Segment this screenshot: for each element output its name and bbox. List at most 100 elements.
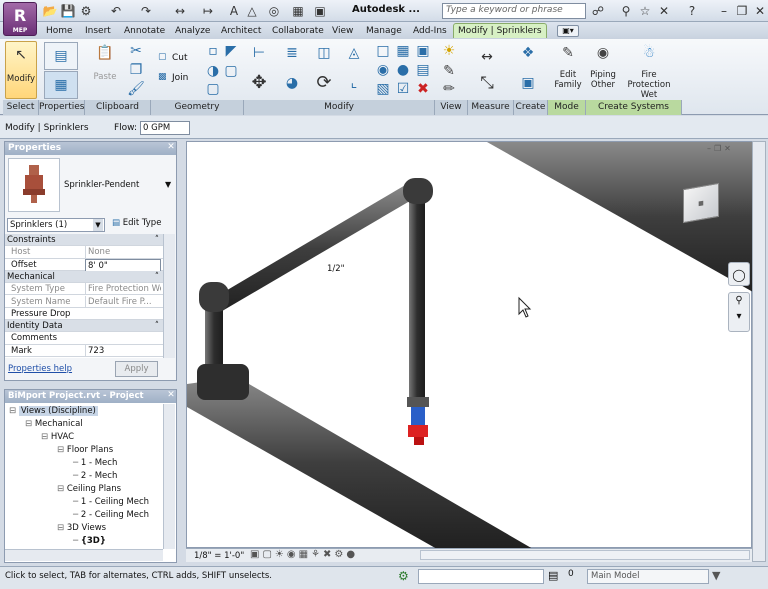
array-icon[interactable]: ▦ (394, 42, 412, 60)
undo-icon[interactable]: ↶ (108, 3, 124, 19)
instance-selector[interactable]: Sprinklers (1) ▼ (7, 218, 105, 232)
property-row[interactable]: Comments (5, 332, 163, 345)
elbow-bottom[interactable] (199, 282, 229, 312)
sprinkler-deflector[interactable] (414, 437, 424, 445)
browser-hscrollbar[interactable] (5, 549, 163, 561)
tab-architect[interactable]: Architect (217, 24, 265, 39)
main-pipe-lower[interactable] (187, 377, 533, 549)
star-icon[interactable]: ☆ (637, 3, 653, 19)
properties-help-link[interactable]: Properties help (8, 364, 72, 374)
sprinkler-body[interactable] (411, 407, 425, 425)
override-icon[interactable]: ✎ (440, 62, 458, 80)
create-group-icon[interactable]: ▣ (519, 74, 537, 92)
tab-manage[interactable]: Manage (362, 24, 406, 39)
match-properties-icon[interactable]: 🖌 (127, 80, 145, 98)
type-properties-button[interactable]: ▦ (44, 71, 78, 99)
tab-collaborate[interactable]: Collaborate (268, 24, 328, 39)
thin-lines-icon[interactable]: ▦ (290, 3, 306, 19)
property-row[interactable]: Pressure Drop (5, 308, 163, 321)
close-windows-icon[interactable]: ▣ (312, 3, 328, 19)
collapse-icon[interactable]: ˄ (155, 320, 159, 332)
modify-button[interactable]: ↖ Modify (5, 41, 37, 99)
trim-icon[interactable]: ⌞ (345, 74, 363, 92)
unpin-icon[interactable]: ◉ (374, 61, 392, 79)
flow-input[interactable]: 0 GPM (140, 121, 190, 135)
text-qat-icon[interactable]: A (226, 3, 242, 19)
design-option-dropdown[interactable]: Main Model (587, 569, 709, 584)
property-row[interactable]: Mark 723 (5, 344, 163, 357)
move-icon[interactable]: ✥ (250, 74, 268, 92)
panel-create-systems[interactable]: Create Systems (586, 100, 682, 115)
panel-modify[interactable]: Modify (244, 100, 435, 115)
collapse-icon[interactable]: ˄ (155, 271, 159, 283)
tab-modify-sprinklers[interactable]: Modify | Sprinklers (453, 23, 547, 38)
hide-icon[interactable]: ✏ (440, 80, 458, 98)
group-icon[interactable]: ▤ (414, 61, 432, 79)
panel-mode[interactable]: Mode (548, 100, 586, 115)
browser-tree-item[interactable]: ⊟ Floor Plans (57, 444, 113, 457)
view-window-controls[interactable]: –❐✕ (707, 144, 747, 154)
browser-tree-item[interactable]: ⊟ 3D Views (57, 522, 106, 535)
browser-close-icon[interactable]: ✕ (166, 390, 176, 402)
offset-icon[interactable]: ≣ (283, 44, 301, 62)
property-group[interactable]: Constraints ˄ (5, 234, 163, 247)
panel-geometry[interactable]: Geometry (151, 100, 244, 115)
dimension-qat-icon[interactable]: ↦ (200, 3, 216, 19)
3d-view-canvas[interactable]: 1/2" ■ –❐✕ ◯ ⚲ ▾ (186, 141, 753, 549)
split-icon[interactable]: □ (374, 42, 392, 60)
browser-vscrollbar[interactable] (163, 404, 175, 549)
zoom-icon[interactable]: ⚲ ▾ (728, 292, 750, 332)
tab-insert[interactable]: Insert (81, 24, 115, 39)
binoculars-icon[interactable]: ☍ (590, 3, 606, 19)
mirror-draw-icon[interactable]: ◬ (345, 44, 363, 62)
browser-tree-item[interactable]: ─ 1 - Ceiling Mech (73, 496, 149, 509)
demolish-icon[interactable]: ▢ (204, 80, 222, 98)
restore-icon[interactable]: ❐ (734, 3, 750, 19)
property-row[interactable]: Offset 8' 0" (5, 258, 163, 273)
rotate-icon[interactable]: ⟳ (315, 74, 333, 92)
browser-tree-item[interactable]: ─ 2 - Mech (73, 470, 117, 483)
save-icon[interactable]: 💾 (60, 3, 76, 19)
wall-joins-icon[interactable]: ▫ (204, 42, 222, 60)
elbow-top[interactable] (403, 178, 433, 204)
browser-tree-item[interactable]: ─ {3D} (73, 535, 106, 548)
panel-properties[interactable]: Properties (39, 100, 85, 115)
light-bulb-icon[interactable]: ☀ (440, 42, 458, 60)
worksets-icon[interactable]: ⚙ (398, 569, 409, 583)
piping-other-button[interactable]: ◉ Piping Other (586, 44, 620, 98)
editing-requests-icon[interactable]: ▤ (548, 569, 558, 582)
browser-tree-item[interactable]: ─ 2 - Ceiling Mech (73, 509, 149, 522)
redo-icon[interactable]: ↷ (138, 3, 154, 19)
apply-button[interactable]: Apply (115, 361, 158, 377)
type-dropdown-icon[interactable]: ▼ (165, 180, 171, 189)
tee-fitting[interactable] (197, 364, 249, 400)
3d-view-qat-icon[interactable]: △ (244, 3, 260, 19)
cut-button[interactable]: ▢ Cut (158, 52, 198, 66)
canvas-vscrollbar[interactable] (752, 141, 766, 562)
steering-wheel-icon[interactable]: ◯ (728, 262, 750, 286)
reducer[interactable] (407, 397, 429, 407)
join-button[interactable]: ▩ Join (158, 72, 198, 86)
browser-tree-item[interactable]: ⊟ Views (Discipline) (9, 405, 98, 418)
browser-tree-item[interactable]: ⊟ Ceiling Plans (57, 483, 121, 496)
application-menu-button[interactable]: R MEP (3, 2, 37, 36)
properties-close-icon[interactable]: ✕ (166, 142, 176, 154)
paint-icon[interactable]: ▢ (222, 62, 240, 80)
canvas-hscrollbar[interactable] (420, 550, 750, 560)
tab-annotate[interactable]: Annotate (120, 24, 169, 39)
branch-pipe-horizontal[interactable] (207, 184, 415, 314)
workset-dropdown[interactable] (418, 569, 544, 584)
riser-pipe[interactable] (205, 302, 223, 372)
sync-icon[interactable]: ⚙ (78, 3, 94, 19)
edit-type-button[interactable]: ▤ Edit Type (112, 218, 161, 232)
pin-icon[interactable]: ● (394, 61, 412, 79)
property-group[interactable]: Identity Data ˄ (5, 320, 163, 333)
tab-analyze[interactable]: Analyze (171, 24, 214, 39)
view-tools-icons[interactable]: ▣▢☀◉▦⚘✖⚙● (250, 549, 358, 560)
key-icon[interactable]: ⚲ (618, 3, 634, 19)
measure-qat-icon[interactable]: ↔ (172, 3, 188, 19)
edit-family-button[interactable]: ✎ Edit Family (552, 44, 584, 98)
property-row[interactable]: Host None (5, 246, 163, 259)
copy-element-icon[interactable]: ◕ (283, 74, 301, 92)
panel-select[interactable]: Select (3, 100, 39, 115)
